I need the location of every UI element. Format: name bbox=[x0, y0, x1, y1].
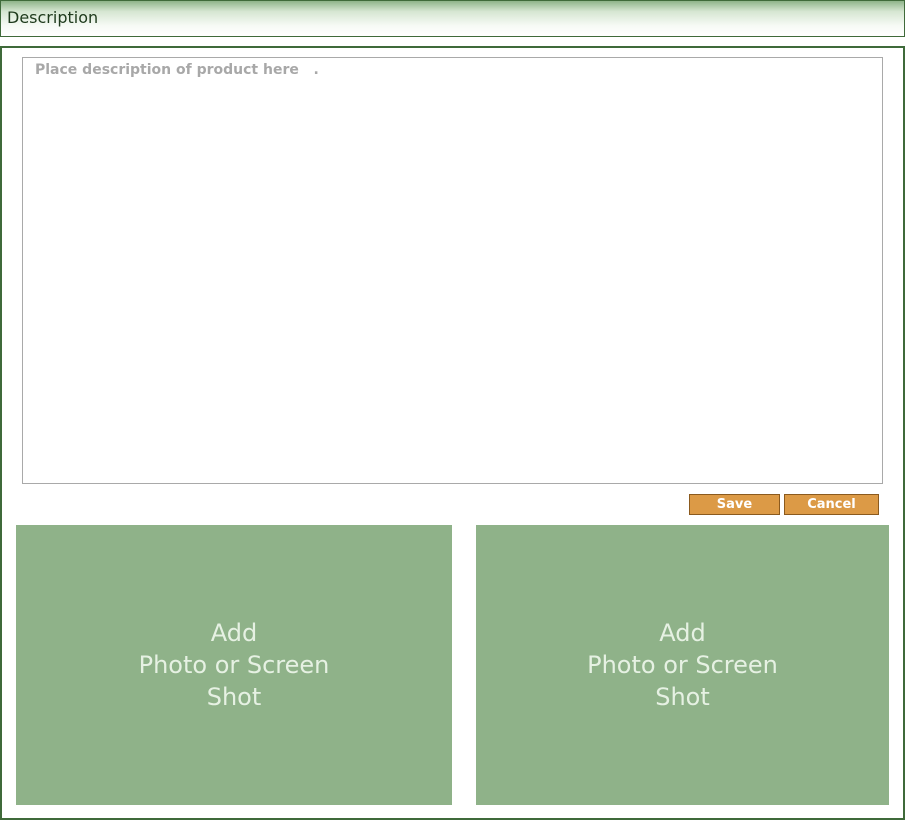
section-title: Description bbox=[7, 8, 99, 27]
add-photo-tile-1[interactable]: Add Photo or Screen Shot bbox=[16, 525, 452, 805]
cancel-button[interactable]: Cancel bbox=[784, 494, 879, 515]
add-photo-tile-2[interactable]: Add Photo or Screen Shot bbox=[476, 525, 889, 805]
add-photo-label: Add Photo or Screen Shot bbox=[138, 619, 330, 711]
save-button[interactable]: Save bbox=[689, 494, 780, 515]
section-header: Description bbox=[0, 0, 905, 37]
add-photo-label: Add Photo or Screen Shot bbox=[587, 619, 778, 711]
description-textarea[interactable] bbox=[22, 57, 883, 484]
